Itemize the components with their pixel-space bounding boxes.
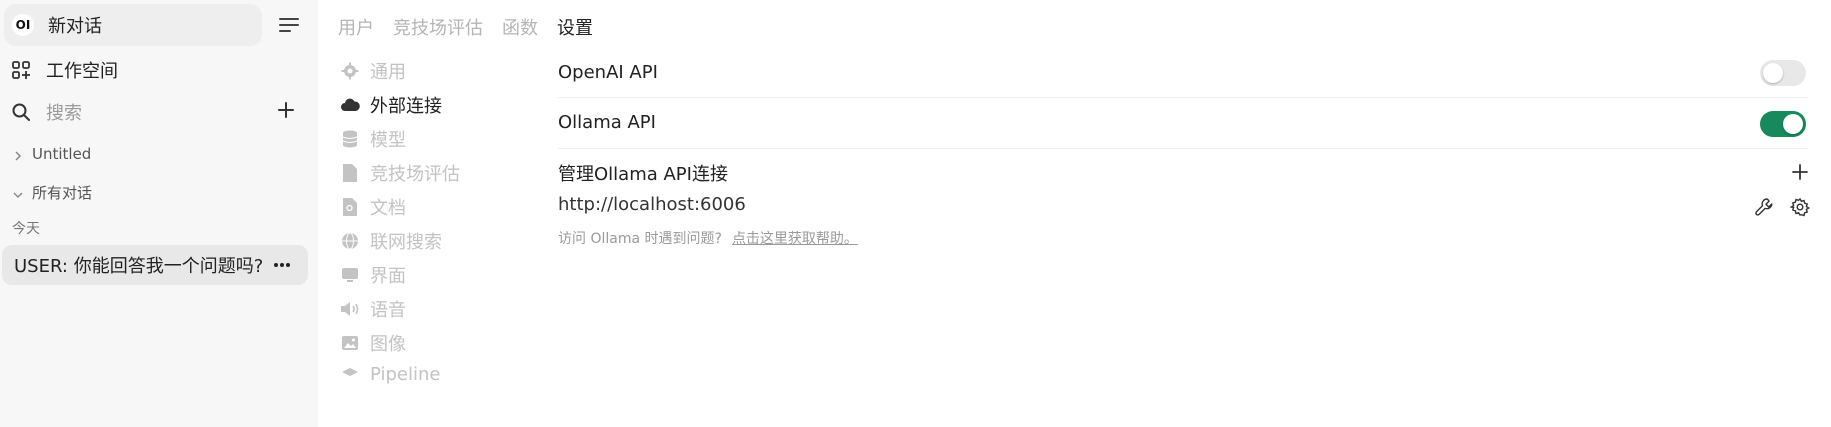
ollama-url-input[interactable]: http://localhost:6006 <box>558 194 746 215</box>
workspace-label: 工作空间 <box>46 61 118 82</box>
settings-nav-label: 模型 <box>370 130 406 151</box>
tab-users[interactable]: 用户 <box>338 14 374 40</box>
admin-tabs: 用户 竞技场评估 函数 设置 <box>338 14 593 40</box>
chevron-right-icon <box>12 148 24 161</box>
search-icon <box>10 101 32 123</box>
new-chat-label: 新对话 <box>48 16 102 37</box>
gear-icon <box>340 61 360 81</box>
document-icon <box>340 163 360 183</box>
chat-title: USER: 你能回答我一个问题吗? <box>14 256 262 277</box>
app-logo: OI <box>12 14 34 36</box>
settings-nav-web-search[interactable]: 联网搜索 <box>340 228 442 254</box>
settings-nav-arena[interactable]: 竞技场评估 <box>340 160 460 186</box>
settings-nav-general[interactable]: 通用 <box>340 58 406 84</box>
settings-nav-label: 界面 <box>370 266 406 287</box>
settings-nav-label: 竞技场评估 <box>370 164 460 185</box>
pipeline-icon <box>340 365 360 385</box>
folder-untitled[interactable]: Untitled <box>12 145 91 163</box>
help-question: 访问 Ollama 时遇到问题? <box>558 231 722 247</box>
settings-nav-label: Pipeline <box>370 364 441 385</box>
settings-nav-images[interactable]: 图像 <box>340 330 406 356</box>
search-placeholder: 搜索 <box>46 103 82 124</box>
folder-all-chats[interactable]: 所有对话 <box>12 182 92 203</box>
settings-nav-label: 图像 <box>370 334 406 355</box>
monitor-icon <box>340 265 360 285</box>
settings-nav-label: 语音 <box>370 300 406 321</box>
document-search-icon <box>340 197 360 217</box>
settings-nav-models[interactable]: 模型 <box>340 126 406 152</box>
toggle-knob <box>1783 114 1803 134</box>
settings-nav-label: 文档 <box>370 198 406 219</box>
settings-nav-label: 外部连接 <box>370 96 442 117</box>
chat-list-item[interactable]: USER: 你能回答我一个问题吗? <box>2 245 308 285</box>
search-input[interactable]: 搜索 <box>10 99 82 125</box>
speaker-icon <box>340 299 360 319</box>
settings-nav-documents[interactable]: 文档 <box>340 194 406 220</box>
apps-icon <box>10 59 32 81</box>
tab-functions[interactable]: 函数 <box>502 14 538 40</box>
date-group-label: 今天 <box>12 221 40 237</box>
ollama-api-label: Ollama API <box>558 112 656 133</box>
settings-nav-connections[interactable]: 外部连接 <box>340 92 442 118</box>
settings-nav-pipeline[interactable]: Pipeline <box>340 364 440 385</box>
openai-api-label: OpenAI API <box>558 62 658 83</box>
new-folder-plus-icon[interactable] <box>274 98 298 122</box>
manage-ollama-connections-label: 管理Ollama API连接 <box>558 164 728 185</box>
settings-nav-label: 联网搜索 <box>370 232 442 253</box>
add-connection-plus-icon[interactable] <box>1790 162 1810 182</box>
gear-icon[interactable] <box>1789 197 1811 217</box>
help-link[interactable]: 点击这里获取帮助。 <box>732 231 858 247</box>
globe-icon <box>340 231 360 251</box>
cloud-icon <box>340 95 360 115</box>
workspace-button[interactable]: 工作空间 <box>10 57 118 83</box>
settings-nav-interface[interactable]: 界面 <box>340 262 406 288</box>
settings-nav-label: 通用 <box>370 62 406 83</box>
divider <box>558 97 1808 98</box>
new-chat-button[interactable]: OI 新对话 <box>4 4 262 46</box>
menu-icon[interactable] <box>276 14 302 36</box>
divider <box>558 148 1808 149</box>
ollama-api-toggle[interactable] <box>1760 111 1806 137</box>
image-icon <box>340 333 360 353</box>
wrench-icon[interactable] <box>1754 197 1774 217</box>
toggle-knob <box>1763 63 1783 83</box>
tab-settings[interactable]: 设置 <box>557 14 593 40</box>
folder-label: 所有对话 <box>32 184 93 202</box>
settings-nav-audio[interactable]: 语音 <box>340 296 406 322</box>
openai-api-toggle[interactable] <box>1760 60 1806 86</box>
tab-arena-evaluation[interactable]: 竞技场评估 <box>393 14 483 40</box>
sidebar: OI 新对话 工作空间 搜索 Untitled 所有对话 今天 USER: 你能… <box>0 0 318 427</box>
database-icon <box>340 129 360 149</box>
folder-label: Untitled <box>32 145 92 163</box>
help-text: 访问 Ollama 时遇到问题? 点击这里获取帮助。 <box>558 228 858 248</box>
chevron-down-icon <box>12 187 24 199</box>
more-options-icon[interactable] <box>272 255 292 275</box>
